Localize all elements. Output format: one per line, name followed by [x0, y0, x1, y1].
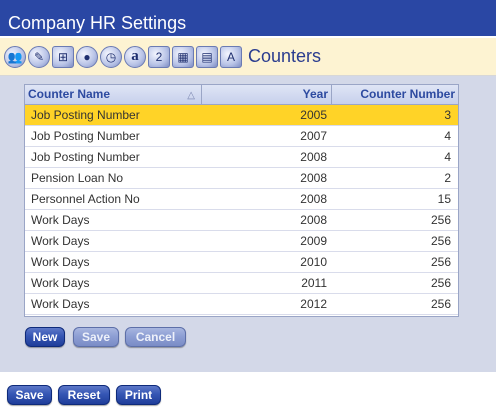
- table-row[interactable]: Job Posting Number 2005 3: [25, 105, 458, 126]
- table-row[interactable]: Work Days 2011 256: [25, 273, 458, 294]
- cell-year: 2008: [300, 150, 327, 164]
- grid-save-button[interactable]: Save: [73, 327, 119, 347]
- cancel-button[interactable]: Cancel: [125, 327, 186, 347]
- cell-counter-name: Work Days: [31, 255, 90, 269]
- sort-ascending-icon: △: [187, 90, 195, 101]
- cell-year: 2005: [300, 108, 327, 122]
- cell-year: 2008: [300, 192, 327, 206]
- cell-counter-name: Personnel Action No: [31, 192, 140, 206]
- grid-header: Counter Name △ Year Counter Number: [25, 85, 458, 105]
- cell-counter-number: 15: [437, 192, 451, 206]
- user-edit-icon[interactable]: ✎: [28, 45, 50, 68]
- new-button[interactable]: New: [25, 327, 65, 347]
- column-header-year[interactable]: Year: [202, 85, 332, 104]
- org-chart-icon[interactable]: ⊞: [52, 45, 74, 68]
- cell-counter-number: 256: [430, 255, 451, 269]
- user-group-icon[interactable]: 👥: [4, 45, 26, 68]
- table-row[interactable]: Work Days 2010 256: [25, 252, 458, 273]
- column-header-counter-number[interactable]: Counter Number: [332, 85, 458, 104]
- toolbar: 👥 ✎ ⊞ ● ◷ a 2 ▦ ▤ A Counters: [0, 38, 496, 76]
- table-row[interactable]: Work Days 2012 256: [25, 294, 458, 315]
- counters-grid: Counter Name △ Year Counter Number Job P…: [24, 84, 459, 317]
- cell-counter-name: Work Days: [31, 297, 90, 311]
- cell-counter-name: Pension Loan No: [31, 171, 124, 185]
- cell-counter-number: 4: [444, 129, 451, 143]
- cell-counter-name: Work Days: [31, 276, 90, 290]
- cell-year: 2008: [300, 171, 327, 185]
- save-button[interactable]: Save: [7, 385, 52, 405]
- cell-year: 2009: [300, 234, 327, 248]
- cell-counter-number: 3: [444, 108, 451, 122]
- cell-year: 2008: [300, 213, 327, 227]
- cell-year: 2007: [300, 129, 327, 143]
- cell-counter-name: Work Days: [31, 234, 90, 248]
- person-icon[interactable]: ●: [76, 45, 98, 68]
- cell-counter-number: 4: [444, 150, 451, 164]
- cell-counter-name: Job Posting Number: [31, 150, 140, 164]
- counters-panel: Counter Name △ Year Counter Number Job P…: [0, 76, 496, 372]
- cell-counter-number: 256: [430, 276, 451, 290]
- cell-counter-name: Work Days: [31, 213, 90, 227]
- letter-a-icon[interactable]: a: [124, 45, 146, 68]
- window-title: Company HR Settings: [0, 0, 496, 36]
- reset-button[interactable]: Reset: [58, 385, 110, 405]
- table-row[interactable]: Job Posting Number 2007 4: [25, 126, 458, 147]
- cell-counter-number: 2: [444, 171, 451, 185]
- table-row[interactable]: Job Posting Number 2008 4: [25, 147, 458, 168]
- calendar-grid-icon[interactable]: ▦: [172, 45, 194, 68]
- document-icon[interactable]: ▤: [196, 45, 218, 68]
- column-header-label: Counter Name: [28, 87, 111, 101]
- cell-counter-name: Job Posting Number: [31, 108, 140, 122]
- cell-year: 2012: [300, 297, 327, 311]
- cell-counter-name: Job Posting Number: [31, 129, 140, 143]
- cell-counter-number: 256: [430, 213, 451, 227]
- print-button[interactable]: Print: [116, 385, 161, 405]
- table-row[interactable]: Personnel Action No 2008 15: [25, 189, 458, 210]
- table-row[interactable]: Work Days 2009 256: [25, 231, 458, 252]
- table-row[interactable]: Work Days 2008 256: [25, 210, 458, 231]
- cell-year: 2010: [300, 255, 327, 269]
- cell-year: 2011: [301, 276, 327, 290]
- table-row[interactable]: Pension Loan No 2008 2: [25, 168, 458, 189]
- clock-icon[interactable]: ◷: [100, 45, 122, 68]
- cell-counter-number: 256: [430, 234, 451, 248]
- cell-counter-number: 256: [430, 297, 451, 311]
- column-header-counter-name[interactable]: Counter Name △: [25, 85, 202, 104]
- section-title: Counters: [248, 46, 322, 66]
- counter-add-icon[interactable]: A: [220, 45, 242, 68]
- number-two-icon[interactable]: 2: [148, 45, 170, 68]
